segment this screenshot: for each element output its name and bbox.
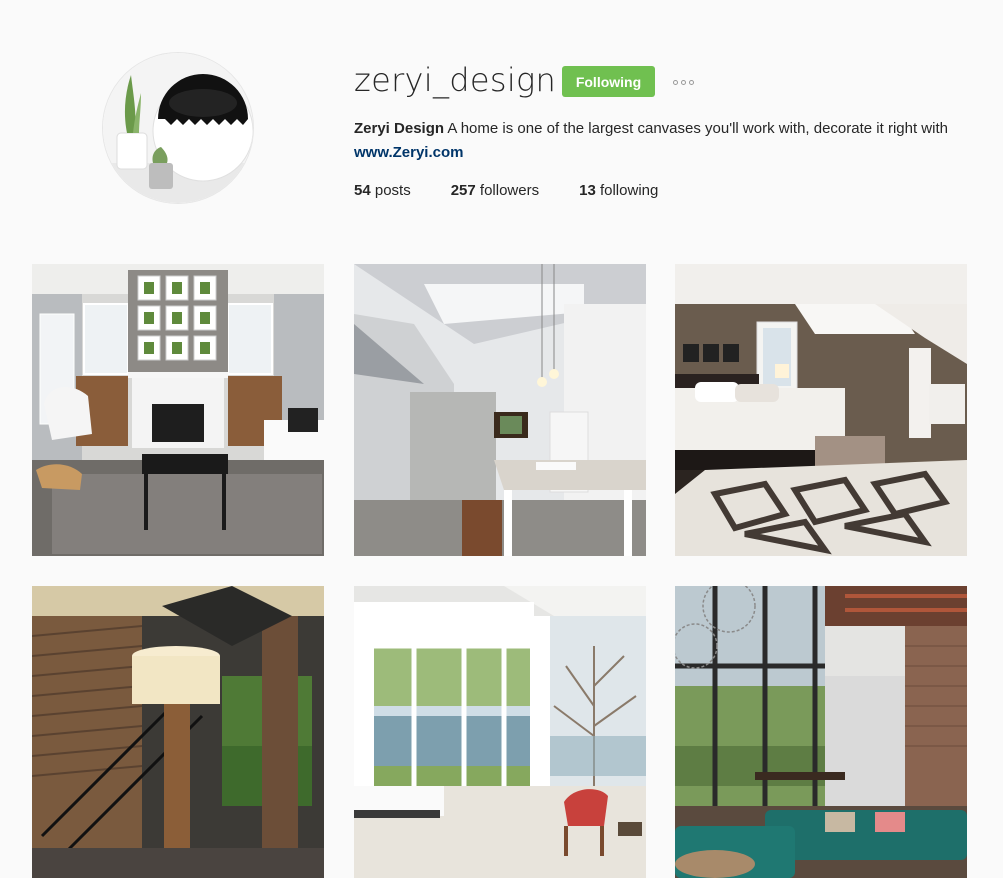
more-dot (688, 79, 694, 85)
posts-label: posts (370, 182, 411, 199)
profile-website-link[interactable]: www.Zeryi.com (354, 144, 463, 161)
avatar-image (103, 53, 253, 203)
post-image-loft-kitchen (354, 264, 646, 556)
profile-avatar[interactable] (102, 52, 254, 204)
more-options-icon[interactable] (668, 72, 698, 92)
post-image-loft-living (675, 586, 967, 878)
following-button[interactable]: Following (562, 66, 655, 97)
profile-username: zeryi_design (354, 61, 557, 99)
post-thumbnail[interactable] (675, 264, 967, 556)
followers-stat[interactable]: 257 followers (451, 180, 539, 202)
post-thumbnail[interactable] (354, 586, 646, 878)
following-count: 13 (579, 182, 596, 199)
profile-display-name: Zeryi Design (354, 120, 445, 137)
profile-stats: 54 posts 257 followers 13 following (354, 180, 658, 202)
more-dot (680, 79, 686, 85)
post-image-bedroom (675, 264, 967, 556)
posts-count: 54 (354, 182, 371, 199)
profile-bio: Zeryi Design A home is one of the larges… (354, 117, 954, 165)
post-image-stairwell-lamp (32, 586, 324, 878)
post-thumbnail[interactable] (32, 264, 324, 556)
post-thumbnail[interactable] (354, 264, 646, 556)
following-label: following (595, 182, 659, 199)
more-dot (672, 79, 678, 85)
followers-count: 257 (450, 182, 476, 199)
posts-stat: 54 posts (354, 180, 411, 202)
post-thumbnail[interactable] (32, 586, 324, 878)
bio-text: A home is one of the largest canvases yo… (444, 120, 948, 137)
followers-label: followers (475, 182, 540, 199)
post-image-living-room (32, 264, 324, 556)
post-image-lake-view (354, 586, 646, 878)
following-stat[interactable]: 13 following (579, 180, 658, 202)
post-thumbnail[interactable] (675, 586, 967, 878)
